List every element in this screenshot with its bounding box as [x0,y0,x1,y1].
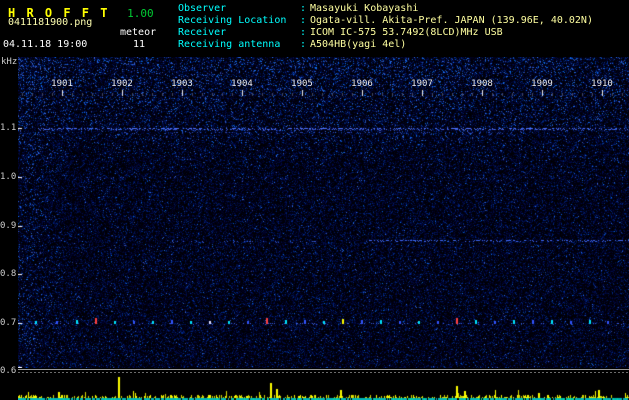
time-label-1908: 1908 [471,79,493,89]
info-row-location: Receiving Location : Ogata-vill. Akita-P… [178,15,593,27]
info-value: A504HB(yagi 4el) [310,39,407,50]
info-separator: : [300,27,307,38]
freq-label-1-0: 1.0 [0,172,17,182]
freq-label-0-6: 0.6 [0,366,17,376]
info-label: Observer [178,3,227,14]
freq-label-0-9: 0.9 [0,221,17,231]
hrofft-screen: H R O F F T 1.00 0411181900.png meteor 0… [0,0,629,400]
info-value: ICOM IC-575 53.7492(8LCD)MHz USB [310,27,503,38]
time-label-1907: 1907 [411,79,433,89]
separator-line [18,369,629,370]
time-label-1906: 1906 [351,79,373,89]
info-value: Masayuki Kobayashi [310,3,419,14]
info-label: Receiving Location [178,15,287,26]
time-label-1904: 1904 [231,79,253,89]
freq-unit-label: kHz [1,57,18,67]
observation-datetime: 04.11.18 19:00 [3,39,88,50]
signal-level-canvas [18,374,629,400]
time-label-1910: 1910 [591,79,613,89]
time-label-1903: 1903 [171,79,193,89]
time-label-1901: 1901 [51,79,73,89]
info-label: Receiver [178,27,227,38]
info-row-antenna: Receiving antenna : A504HB(yagi 4el) [178,39,593,51]
mode-label: meteor [120,27,157,38]
info-row-observer: Observer : Masayuki Kobayashi [178,3,593,15]
freq-label-0-7: 0.7 [0,318,17,328]
station-info: Observer : Masayuki Kobayashi Receiving … [178,3,593,51]
info-separator: : [300,39,307,50]
echo-count: 11 [133,39,146,50]
output-filename: 0411181900.png [8,17,93,28]
time-label-1905: 1905 [291,79,313,89]
info-separator: : [300,15,307,26]
time-label-1902: 1902 [111,79,133,89]
app-version: 1.00 [127,7,154,20]
time-label-1909: 1909 [531,79,553,89]
info-value: Ogata-vill. Akita-Pref. JAPAN (139.96E, … [310,15,593,26]
info-separator: : [300,3,307,14]
separator-dotted-line [18,372,629,373]
info-label: Receiving antenna [178,39,281,50]
header: H R O F F T 1.00 0411181900.png meteor 0… [0,0,629,57]
spectrogram-canvas [18,57,629,368]
freq-label-1-1: 1.1 [0,123,17,133]
info-row-receiver: Receiver : ICOM IC-575 53.7492(8LCD)MHz … [178,27,593,39]
freq-label-0-8: 0.8 [0,269,17,279]
